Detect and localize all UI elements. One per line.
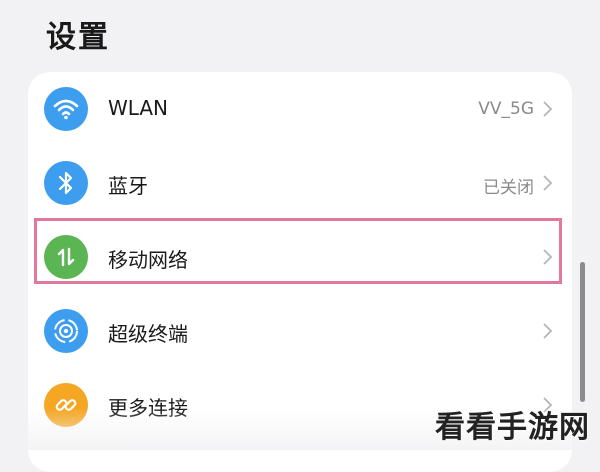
- mobile-data-icon: [44, 235, 88, 279]
- settings-item-super-device[interactable]: 超级终端: [28, 294, 572, 368]
- chevron-right-icon: [543, 323, 553, 339]
- chevron-right-icon: [543, 249, 553, 265]
- watermark: 看看手游网: [435, 410, 590, 445]
- chevron-right-icon: [543, 175, 553, 191]
- settings-item-wlan[interactable]: WLAN VV_5G: [28, 72, 572, 146]
- settings-item-label: 超级终端: [108, 322, 188, 346]
- settings-item-label: WLAN: [108, 96, 169, 120]
- settings-item-label: 蓝牙: [108, 174, 148, 198]
- super-device-icon: [44, 309, 88, 353]
- chevron-right-icon: [543, 101, 553, 117]
- scrollbar[interactable]: [580, 262, 585, 402]
- settings-item-value: 已关闭: [483, 178, 534, 198]
- wifi-icon: [44, 87, 88, 131]
- settings-item-value: VV_5G: [478, 99, 534, 119]
- bluetooth-icon: [44, 161, 88, 205]
- settings-item-bluetooth[interactable]: 蓝牙 已关闭: [28, 146, 572, 220]
- page-title: 设置: [46, 20, 110, 55]
- settings-item-mobile-network[interactable]: 移动网络: [28, 220, 572, 294]
- settings-item-label: 移动网络: [108, 248, 188, 272]
